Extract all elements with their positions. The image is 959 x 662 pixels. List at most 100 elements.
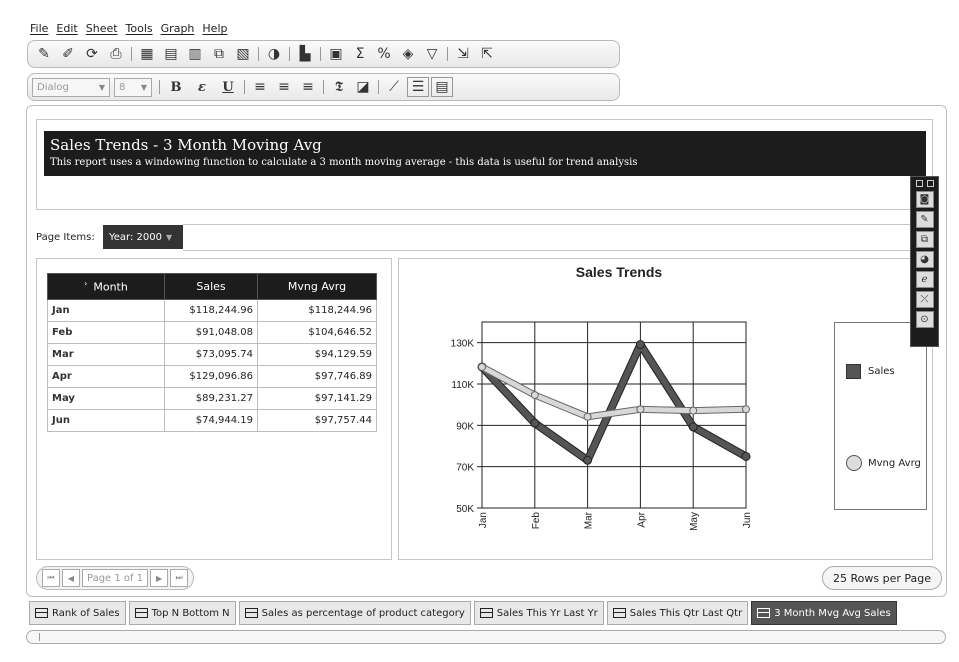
menu-edit[interactable]: Edit: [56, 22, 77, 35]
year-select[interactable]: Year: 2000 ▼: [103, 225, 183, 249]
toolbar-separator: [159, 80, 160, 94]
point-mvng-avrg: [636, 405, 645, 414]
cell-month: Jun: [47, 409, 165, 432]
open-icon[interactable]: ✎: [33, 44, 55, 64]
first-page-icon[interactable]: ⏮: [42, 569, 60, 587]
font-select[interactable]: Dialog ▼: [32, 77, 110, 97]
toolbar-separator: [378, 80, 379, 94]
chevron-down-icon: ▼: [98, 82, 105, 92]
italic-button[interactable]: ɛ: [191, 77, 213, 97]
graph-toolbar: ◙ ✎ ⧉ ◕ ℯ ⤫ ⊙: [910, 176, 939, 347]
rows-per-page-button[interactable]: 25 Rows per Page: [822, 566, 942, 590]
menu-tools[interactable]: Tools: [126, 22, 153, 35]
font-size-select[interactable]: 8 ▼: [114, 77, 152, 97]
sheet-icon: [134, 608, 148, 618]
calculator-icon[interactable]: ▣: [325, 44, 347, 64]
sum-icon[interactable]: Σ: [349, 44, 371, 64]
toolbar-separator: [131, 47, 132, 61]
pivot-icon[interactable]: ⧉: [208, 44, 230, 64]
point-sales: [741, 451, 751, 461]
minimize-icon[interactable]: [915, 180, 923, 187]
list-icon[interactable]: ☰: [407, 77, 429, 97]
cell-sales: $91,048.08: [164, 321, 258, 344]
column-header-sales[interactable]: Sales: [164, 273, 258, 300]
align-right-icon[interactable]: ≡: [297, 77, 319, 97]
last-page-icon[interactable]: ⏭: [170, 569, 189, 587]
x-tick-label: Jan: [478, 512, 489, 528]
cell-mvng-avrg: $104,646.52: [257, 321, 377, 344]
tab-sales-this-yr-last-yr[interactable]: Sales This Yr Last Yr: [473, 601, 604, 625]
tab-3-month-mvg-avg-sales[interactable]: 3 Month Mvg Avg Sales: [751, 601, 897, 625]
y-tick-label: 110K: [451, 380, 474, 391]
scrollbar-thumb[interactable]: [39, 633, 40, 641]
cell-sales: $89,231.27: [164, 387, 258, 410]
x-tick-label: Mar: [584, 511, 595, 529]
sheet-icon: [244, 608, 258, 618]
format-cell-icon[interactable]: ◪: [352, 77, 374, 97]
graph-style-icon[interactable]: ℯ: [915, 271, 934, 288]
globe-icon[interactable]: ◑: [263, 44, 285, 64]
line-chart-icon[interactable]: ⟋: [383, 77, 405, 97]
format-text-icon[interactable]: 𝕿: [328, 77, 350, 97]
chart-legend: [834, 322, 927, 510]
bold-button[interactable]: B: [165, 77, 187, 97]
legend-mvng-avrg-swatch: [846, 455, 862, 471]
next-page-icon[interactable]: ▶: [150, 569, 169, 587]
y-tick-label: 130K: [451, 339, 475, 350]
menu-help[interactable]: Help: [202, 22, 227, 35]
filter-icon[interactable]: ▽: [421, 44, 443, 64]
align-left-icon[interactable]: ≡: [249, 77, 271, 97]
chart-title: Sales Trends: [576, 264, 663, 280]
cell-sales: $129,096.86: [164, 365, 258, 388]
align-center-icon[interactable]: ≡: [273, 77, 295, 97]
sheet-tabs: Rank of Sales Top N Bottom N Sales as pe…: [29, 601, 900, 625]
cell-month: Apr: [47, 365, 165, 388]
x-tick-label: Feb: [531, 512, 542, 530]
columns-icon[interactable]: ▧: [232, 44, 254, 64]
table-icon[interactable]: ▤: [160, 44, 182, 64]
graph-copy-icon[interactable]: ⧉: [915, 231, 934, 248]
main-toolbar: ✎ ✐ ⟳ ⎙ ▦ ▤ ▥ ⧉ ▧ ◑ ▙ ▣ Σ % ◈ ▽ ⇲ ⇱: [27, 40, 620, 68]
chevron-down-icon: ▼: [140, 82, 147, 92]
sort-icon[interactable]: ◈: [397, 44, 419, 64]
layout-icon[interactable]: ▦: [136, 44, 158, 64]
x-tick-label: May: [689, 512, 700, 531]
column-header-month[interactable]: › Month: [47, 273, 165, 300]
legend-mvng-avrg-label: Mvng Avrg: [868, 458, 921, 469]
legend-sales-swatch: [846, 364, 861, 379]
tab-sales-this-qtr-last-qtr[interactable]: Sales This Qtr Last Qtr: [606, 601, 749, 625]
tab-top-n-bottom-n[interactable]: Top N Bottom N: [128, 601, 236, 625]
crosstab-icon[interactable]: ▥: [184, 44, 206, 64]
legend-sales-label: Sales: [868, 366, 895, 377]
percent-icon[interactable]: %: [373, 44, 395, 64]
prev-page-icon[interactable]: ◀: [62, 569, 80, 587]
column-header-mvng-avrg[interactable]: Mvng Avrg: [257, 273, 377, 300]
print-icon[interactable]: ⎙: [105, 44, 127, 64]
cell-mvng-avrg: $94,129.59: [257, 343, 377, 366]
tab-rank-of-sales[interactable]: Rank of Sales: [29, 601, 126, 625]
report-title: Sales Trends - 3 Month Moving Avg: [50, 136, 322, 154]
menu-sheet[interactable]: Sheet: [86, 22, 118, 35]
menu-graph[interactable]: Graph: [161, 22, 195, 35]
graph-type-icon[interactable]: ◙: [915, 191, 934, 208]
graph-3d-icon[interactable]: ⊙: [915, 311, 934, 328]
grid-icon[interactable]: ▤: [431, 77, 453, 97]
menu-bar: File Edit Sheet Tools Graph Help: [30, 22, 227, 35]
menu-file[interactable]: File: [30, 22, 48, 35]
import-icon[interactable]: ⇱: [476, 44, 498, 64]
graph-edit-icon[interactable]: ✎: [915, 211, 934, 228]
refresh-icon[interactable]: ⟳: [81, 44, 103, 64]
graph-pie-icon[interactable]: ◕: [915, 251, 934, 268]
maximize-icon[interactable]: [926, 180, 934, 187]
x-tick-label: Jun: [742, 512, 753, 528]
edit-icon[interactable]: ✐: [57, 44, 79, 64]
report-description: This report uses a windowing function to…: [50, 157, 638, 168]
tab-sales-percentage[interactable]: Sales as percentage of product category: [238, 601, 471, 625]
graph-axis-icon[interactable]: ⤫: [915, 291, 934, 308]
point-mvng-avrg: [530, 391, 539, 400]
underline-button[interactable]: U: [217, 77, 239, 97]
point-sales: [688, 422, 698, 432]
bar-chart-icon[interactable]: ▙: [294, 44, 316, 64]
horizontal-scrollbar[interactable]: [26, 630, 946, 644]
export-icon[interactable]: ⇲: [452, 44, 474, 64]
